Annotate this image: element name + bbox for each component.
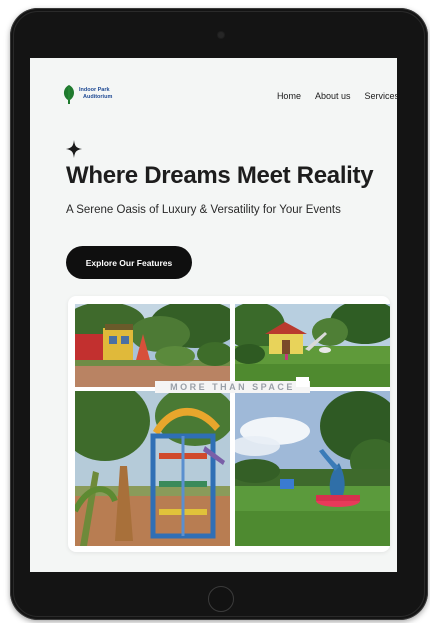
web-page: Indoor Park Auditorium Home About us Ser… xyxy=(30,58,397,572)
tablet-frame: Indoor Park Auditorium Home About us Ser… xyxy=(10,8,428,620)
leaf-icon xyxy=(63,85,75,104)
nav-links: Home About us Services xyxy=(277,91,397,101)
sparkle-icon xyxy=(66,140,82,158)
gallery-photo-hut[interactable] xyxy=(235,304,390,387)
logo-line-2: Auditorium xyxy=(83,94,113,100)
site-logo[interactable]: Indoor Park Auditorium xyxy=(62,84,112,104)
explore-features-button[interactable]: Explore Our Features xyxy=(66,246,192,279)
hero-subtitle: A Serene Oasis of Luxury & Versatility f… xyxy=(66,204,341,216)
top-nav: Indoor Park Auditorium Home About us Ser… xyxy=(30,58,397,138)
gallery-photo-lawn[interactable] xyxy=(235,391,390,546)
nav-services[interactable]: Services xyxy=(364,91,397,101)
gallery-photo-playground[interactable] xyxy=(75,391,230,546)
logo-text: Indoor Park Auditorium xyxy=(79,87,112,101)
camera-icon xyxy=(218,32,224,38)
more-than-space-banner: MORE THAN SPACE xyxy=(155,381,310,393)
logo-line-1: Indoor Park xyxy=(79,87,110,93)
nav-about[interactable]: About us xyxy=(315,91,351,101)
nav-home[interactable]: Home xyxy=(277,91,301,101)
home-button[interactable] xyxy=(208,586,234,612)
hero-title: Where Dreams Meet Reality xyxy=(66,162,374,189)
gallery-photo-building[interactable] xyxy=(75,304,230,387)
banner-tab xyxy=(296,377,309,387)
